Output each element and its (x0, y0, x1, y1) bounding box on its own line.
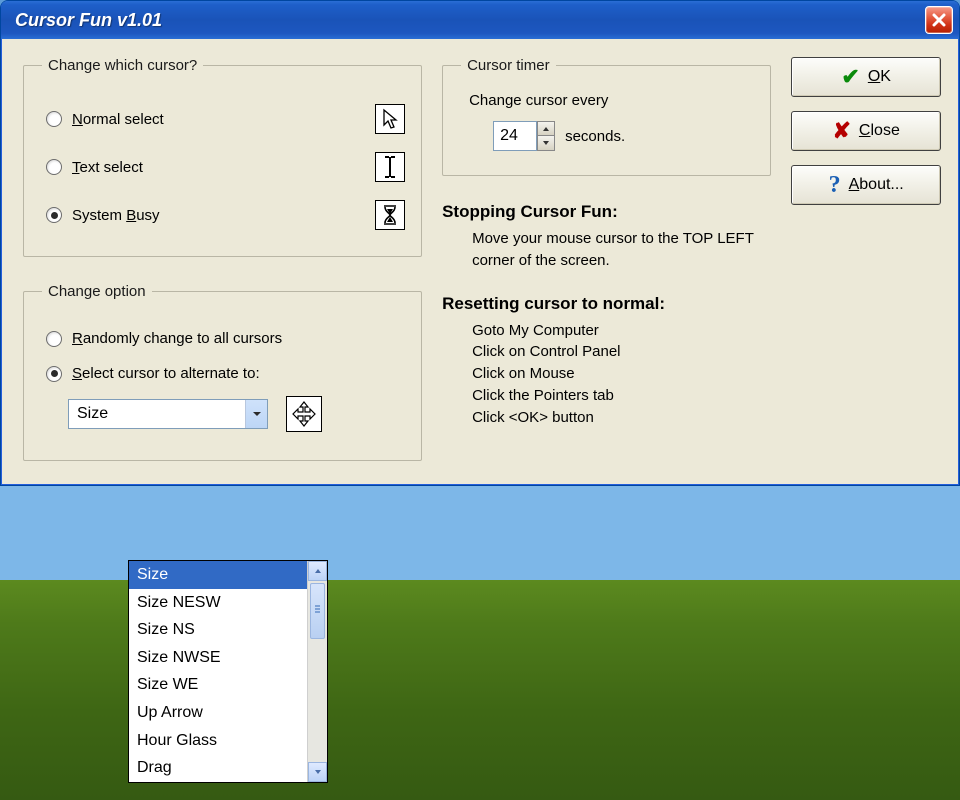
about-button[interactable]: ? About... (791, 165, 941, 205)
chevron-down-icon (245, 400, 267, 428)
timer-prompt: Change cursor every (469, 92, 752, 109)
move-cursor-icon (286, 396, 322, 432)
stop-heading: Stopping Cursor Fun: (442, 202, 771, 222)
x-icon: ✘ (832, 118, 850, 144)
list-item[interactable]: Up Arrow (129, 699, 307, 727)
group-change-cursor-legend: Change which cursor? (42, 57, 203, 74)
radio-select-alternate[interactable]: Select cursor to alternate to: (46, 365, 405, 382)
group-change-option-legend: Change option (42, 283, 152, 300)
radio-label: Randomly change to all cursors (72, 330, 282, 347)
reset-line: Goto My Computer (472, 320, 771, 342)
list-item[interactable]: Size (129, 561, 307, 589)
radio-label: Select cursor to alternate to: (72, 365, 260, 382)
group-change-option: Change option Randomly change to all cur… (23, 283, 422, 461)
check-icon: ✔ (841, 64, 859, 90)
radio-icon (46, 366, 62, 382)
close-button[interactable]: ✘ Close (791, 111, 941, 151)
radio-system-busy[interactable]: System Busy (46, 200, 405, 230)
list-item[interactable]: Size NWSE (129, 644, 307, 672)
scroll-thumb[interactable] (310, 583, 325, 639)
group-change-cursor: Change which cursor? Normal select Text … (23, 57, 422, 257)
list-item[interactable]: Size NESW (129, 589, 307, 617)
listbox-scrollbar[interactable] (307, 561, 327, 782)
reset-line: Click the Pointers tab (472, 385, 771, 407)
reset-body: Goto My Computer Click on Control Panel … (472, 320, 771, 429)
group-cursor-timer: Cursor timer Change cursor every (442, 57, 771, 176)
cursor-combo-listbox[interactable]: Size Size NESW Size NS Size NWSE Size WE… (128, 560, 328, 783)
window-close-button[interactable] (925, 6, 953, 34)
group-cursor-timer-legend: Cursor timer (461, 57, 556, 74)
info-text: Stopping Cursor Fun: Move your mouse cur… (442, 202, 771, 428)
desktop-background: Cursor Fun v1.01 Change which cursor? No… (0, 0, 960, 800)
radio-label: System Busy (72, 207, 160, 224)
radio-normal-select[interactable]: Normal select (46, 104, 405, 134)
radio-icon (46, 111, 62, 127)
cursor-combo[interactable]: Size (68, 399, 268, 429)
list-item[interactable]: Hour Glass (129, 727, 307, 755)
radio-label: Normal select (72, 111, 164, 128)
list-item[interactable]: Drag (129, 754, 307, 782)
button-label: OK (868, 68, 891, 86)
app-window: Cursor Fun v1.01 Change which cursor? No… (0, 0, 960, 486)
scroll-down-button[interactable] (308, 762, 327, 782)
timer-input[interactable] (493, 121, 537, 151)
radio-icon (46, 207, 62, 223)
spin-down-button[interactable] (537, 136, 555, 151)
reset-heading: Resetting cursor to normal: (442, 294, 771, 314)
radio-label: Text select (72, 159, 143, 176)
button-label: Close (859, 122, 900, 140)
titlebar[interactable]: Cursor Fun v1.01 (1, 1, 959, 39)
reset-line: Click on Control Panel (472, 341, 771, 363)
reset-line: Click on Mouse (472, 363, 771, 385)
stop-body: Move your mouse cursor to the TOP LEFT c… (472, 228, 771, 272)
radio-text-select[interactable]: Text select (46, 152, 405, 182)
ok-button[interactable]: ✔ OK (791, 57, 941, 97)
close-icon (932, 13, 946, 27)
radio-icon (46, 159, 62, 175)
timer-spinner[interactable] (493, 121, 555, 151)
button-label: About... (849, 176, 904, 194)
hourglass-cursor-icon (375, 200, 405, 230)
combo-value: Size (77, 405, 108, 423)
window-title: Cursor Fun v1.01 (15, 10, 162, 31)
reset-line: Click <OK> button (472, 407, 771, 429)
scroll-track[interactable] (308, 641, 327, 762)
radio-random-change[interactable]: Randomly change to all cursors (46, 330, 405, 347)
radio-icon (46, 331, 62, 347)
arrow-cursor-icon (375, 104, 405, 134)
ibeam-cursor-icon (375, 152, 405, 182)
question-icon: ? (829, 172, 841, 199)
scroll-up-button[interactable] (308, 561, 327, 581)
list-item[interactable]: Size WE (129, 671, 307, 699)
list-item[interactable]: Size NS (129, 616, 307, 644)
timer-unit: seconds. (565, 128, 625, 145)
spin-up-button[interactable] (537, 121, 555, 136)
client-area: Change which cursor? Normal select Text … (1, 39, 959, 485)
